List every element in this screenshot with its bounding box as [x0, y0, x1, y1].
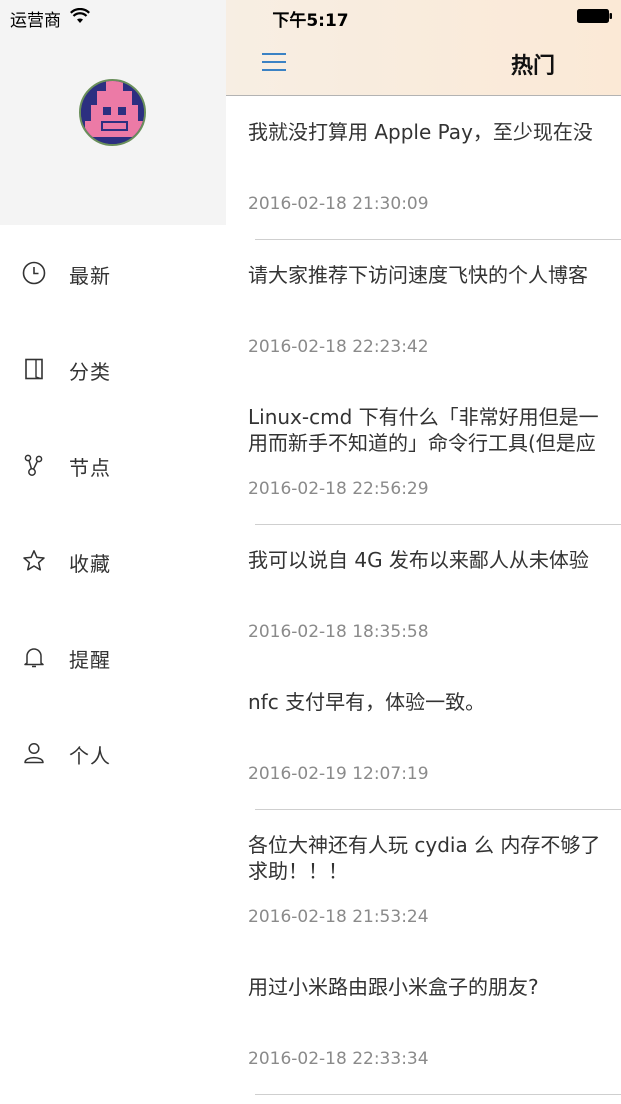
topic-list: 我就没打算用 Apple Pay，至少现在没 2016-02-18 21:30:…	[226, 97, 621, 1095]
drawer-item-label: 提醒	[69, 648, 111, 672]
drawer-item-profile[interactable]: 个人	[0, 705, 226, 801]
person-icon	[24, 742, 44, 764]
drawer-item-favorites[interactable]: 收藏	[0, 513, 226, 609]
drawer-item-label: 节点	[69, 456, 111, 480]
topic-time: 2016-02-18 22:56:29	[248, 479, 429, 499]
topic-title: nfc 支付早有，体验一致。	[248, 690, 486, 714]
topic-row[interactable]: 我就没打算用 Apple Pay，至少现在没 2016-02-18 21:30:…	[226, 97, 621, 240]
drawer-item-category[interactable]: 分类	[0, 321, 226, 417]
topic-time: 2016-02-19 12:07:19	[248, 764, 429, 784]
topic-title: Linux-cmd 下有什么「非常好用但是一 用而新手不知道的」命令行工具(但是…	[248, 405, 599, 455]
book-icon	[25, 358, 43, 380]
drawer-item-label: 分类	[69, 360, 111, 384]
topic-time: 2016-02-18 22:23:42	[248, 336, 429, 357]
drawer-item-label: 个人	[69, 744, 111, 768]
drawer-menu: 最新 分类 节点 收藏 提醒 个人	[0, 225, 226, 801]
topic-time: 2016-02-18 21:30:09	[248, 194, 429, 214]
hamburger-menu-icon[interactable]	[260, 50, 288, 74]
topic-row[interactable]: 各位大神还有人玩 cydia 么 内存不够了 求助！！！ 2016-02-18 …	[226, 810, 621, 953]
topic-row[interactable]: nfc 支付早有，体验一致。 2016-02-19 12:07:19	[226, 667, 621, 810]
topic-title: 我可以说自 4G 发布以来鄙人从未体验	[248, 547, 589, 572]
clock-icon	[22, 261, 46, 285]
node-branch-icon	[24, 454, 43, 476]
topic-row[interactable]: 请大家推荐下访问速度飞快的个人博客 2016-02-18 22:23:42	[226, 240, 621, 383]
topic-row[interactable]: 用过小米路由跟小米盒子的朋友? 2016-02-18 22:33:34	[226, 952, 621, 1095]
topic-title: 用过小米路由跟小米盒子的朋友?	[248, 975, 539, 999]
topic-time: 2016-02-18 22:33:34	[248, 1049, 429, 1069]
side-drawer: 最新 分类 节点 收藏 提醒 个人	[0, 0, 226, 1104]
topic-time: 2016-02-18 21:53:24	[248, 906, 429, 927]
topic-title: 各位大神还有人玩 cydia 么 内存不够了 求助！！！	[248, 832, 601, 883]
topic-title: 我就没打算用 Apple Pay，至少现在没	[248, 120, 593, 144]
topic-time: 2016-02-18 18:35:58	[248, 621, 429, 642]
drawer-item-label: 收藏	[69, 552, 111, 576]
topic-row[interactable]: 我可以说自 4G 发布以来鄙人从未体验 2016-02-18 18:35:58	[226, 525, 621, 668]
drawer-header	[0, 0, 226, 225]
battery-icon	[577, 9, 612, 23]
topic-title: 请大家推荐下访问速度飞快的个人博客	[248, 262, 588, 287]
bell-icon	[24, 648, 44, 668]
status-bar: 运营商 下午5:17	[0, 0, 621, 32]
avatar[interactable]	[79, 79, 146, 146]
drawer-item-nodes[interactable]: 节点	[0, 417, 226, 513]
page-title: 热门	[511, 54, 556, 79]
pixel-avatar-icon	[81, 81, 144, 144]
app-screen: 运营商 下午5:17 最新 分类 节点 收藏 提醒 个人 热门 我就没打算用 A…	[0, 0, 621, 1104]
drawer-item-label: 最新	[69, 264, 111, 288]
drawer-item-latest[interactable]: 最新	[0, 225, 226, 321]
row-divider	[255, 1093, 621, 1095]
drawer-item-notifications[interactable]: 提醒	[0, 609, 226, 705]
status-time: 下午5:17	[272, 11, 349, 31]
star-icon	[23, 550, 45, 571]
topic-row[interactable]: Linux-cmd 下有什么「非常好用但是一 用而新手不知道的」命令行工具(但是…	[226, 382, 621, 525]
main-panel: 热门 我就没打算用 Apple Pay，至少现在没 2016-02-18 21:…	[226, 0, 621, 1104]
